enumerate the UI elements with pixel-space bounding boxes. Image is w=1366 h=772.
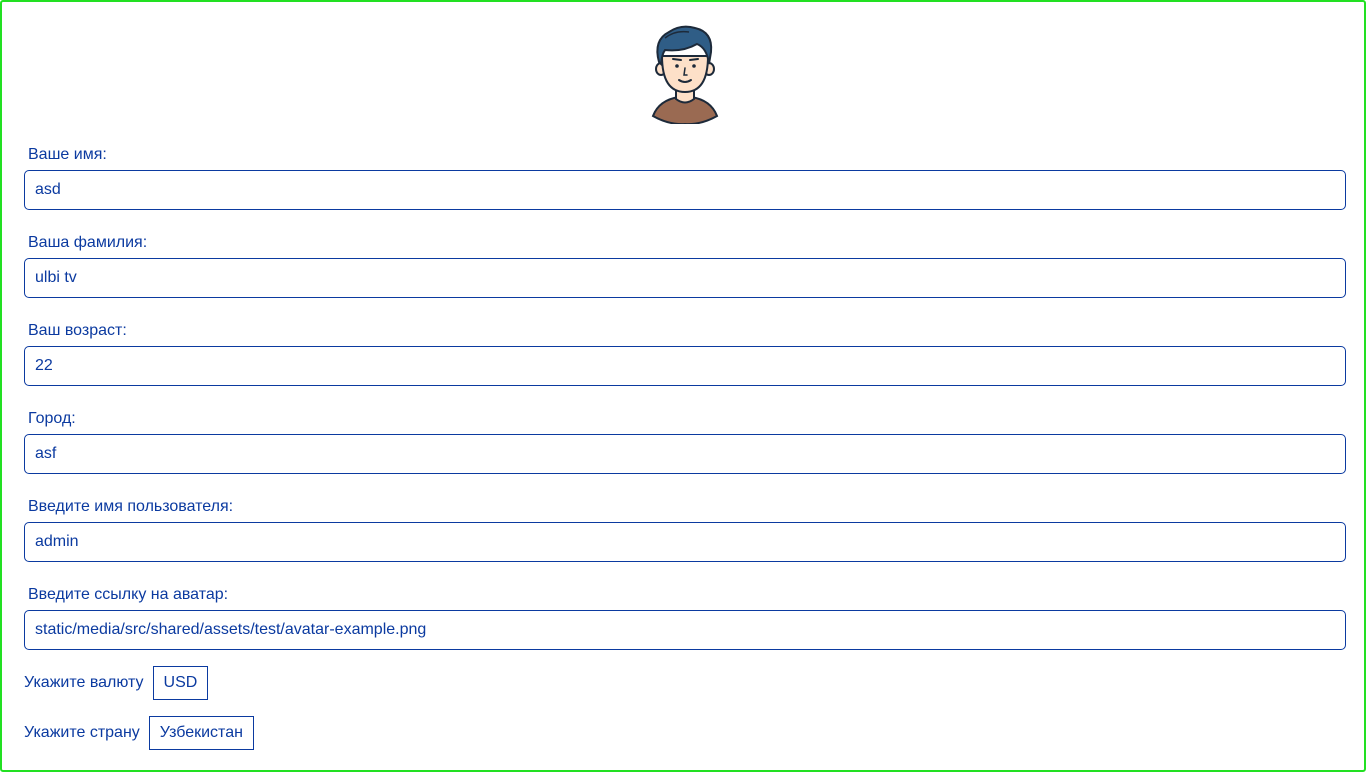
- username-label: Введите имя пользователя:: [28, 498, 234, 515]
- avatar-url-input[interactable]: [24, 610, 1346, 650]
- country-select[interactable]: Узбекистан: [148, 716, 254, 750]
- age-input[interactable]: [24, 346, 1346, 386]
- currency-label: Укажите валюту: [24, 674, 144, 691]
- currency-row: Укажите валюту USD: [24, 666, 209, 700]
- page-frame: Ваше имя: Ваша фамилия: Ваш возраст: Гор…: [0, 0, 1366, 772]
- last-name-input[interactable]: [24, 258, 1346, 298]
- age-label: Ваш возраст:: [28, 322, 127, 339]
- avatar-url-label: Введите ссылку на аватар:: [28, 586, 229, 603]
- first-name-input[interactable]: [24, 170, 1346, 210]
- first-name-label: Ваше имя:: [28, 146, 107, 163]
- user-avatar-icon: [651, 25, 719, 124]
- city-input[interactable]: [24, 434, 1346, 474]
- city-label: Город:: [28, 410, 76, 427]
- currency-select[interactable]: USD: [152, 666, 209, 700]
- last-name-label: Ваша фамилия:: [28, 234, 148, 251]
- username-input[interactable]: [24, 522, 1346, 562]
- country-row: Укажите страну Узбекистан: [24, 716, 254, 750]
- country-label: Укажите страну: [24, 724, 140, 741]
